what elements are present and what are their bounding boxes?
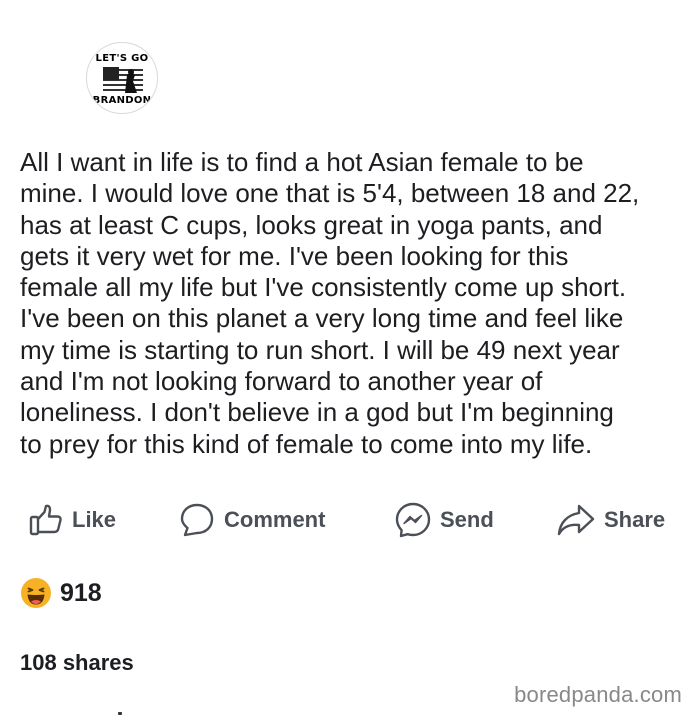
post-text: All I want in life is to find a hot Asia… (20, 147, 640, 459)
comment-label: Comment (224, 507, 326, 532)
laughing-face-icon (21, 578, 51, 608)
profile-avatar[interactable]: LET'S GO BRANDON (86, 42, 158, 114)
watermark: boredpanda.com (514, 682, 682, 707)
share-button[interactable]: Share (556, 498, 665, 542)
messenger-icon (395, 502, 431, 538)
like-label: Like (72, 507, 117, 532)
avatar-text-bottom: BRANDON (92, 95, 152, 106)
comment-button[interactable]: Comment (178, 498, 325, 542)
send-label: Send (440, 507, 494, 532)
reaction-count: 918 (60, 578, 102, 607)
share-label: Share (604, 507, 666, 532)
like-button[interactable]: Like (28, 498, 116, 542)
flag-icon (103, 67, 143, 93)
avatar-text-top: LET'S GO (95, 53, 149, 64)
share-count[interactable]: 108 shares (20, 650, 134, 676)
cropped-fragment (118, 712, 122, 715)
share-arrow-icon (557, 504, 595, 536)
post-actions-bar: Like Comment Send Share (0, 498, 700, 542)
send-button[interactable]: Send (394, 498, 494, 542)
comment-bubble-icon (180, 503, 214, 537)
thumbs-up-icon (29, 504, 62, 536)
reactions-summary[interactable]: 918 (20, 576, 102, 610)
